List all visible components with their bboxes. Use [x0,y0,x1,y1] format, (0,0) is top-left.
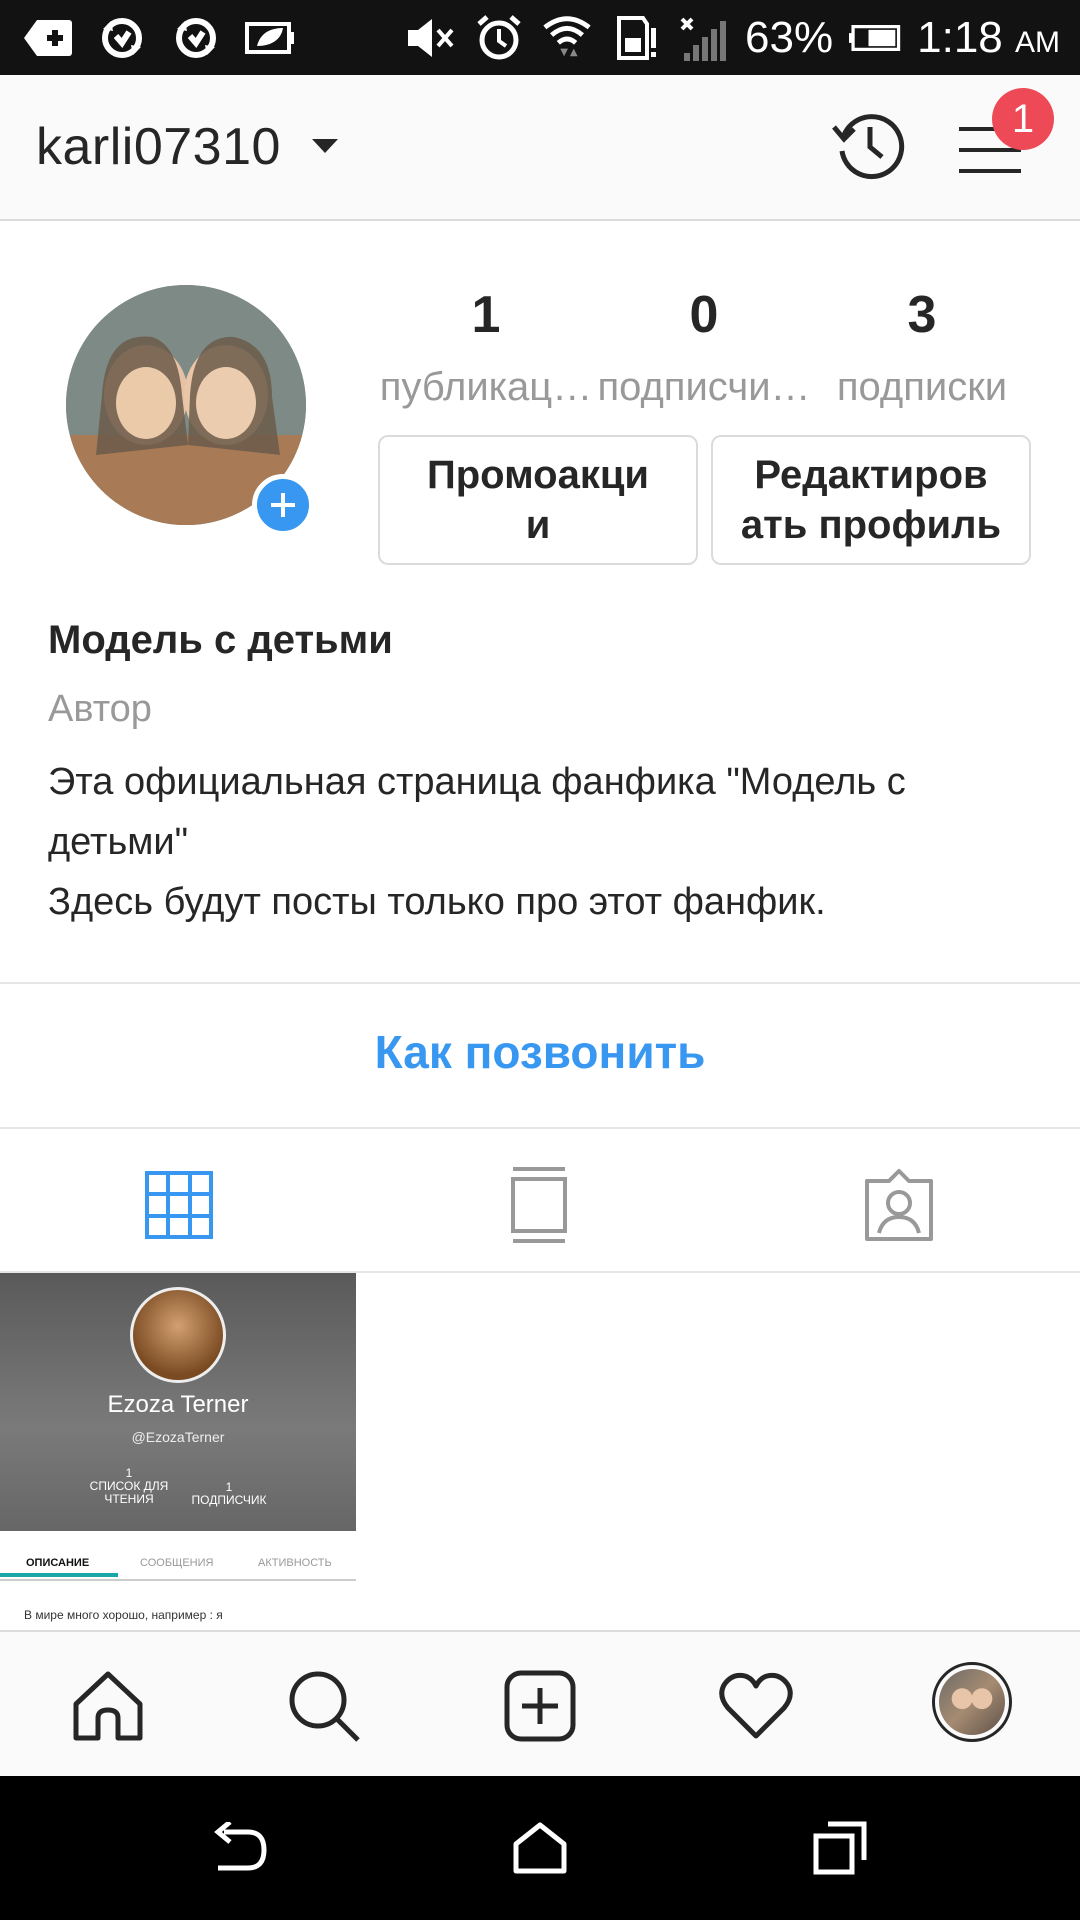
profile-avatar-small [939,1669,1005,1735]
back-icon [214,1822,267,1871]
plus-icon [271,493,295,517]
divider [0,982,1080,984]
recents-icon [813,1821,867,1875]
edit-profile-label-line2: ать профиль [740,503,1002,547]
sync-icon [170,12,222,64]
tab-grid[interactable] [134,1160,224,1250]
following-stat[interactable]: 3 подписки [812,285,1032,410]
home-icon [73,1671,143,1741]
post-follower-label: ПОДПИСЧИК [191,1493,267,1507]
storage-warning-icon [609,12,661,64]
followers-count: 0 [689,286,719,344]
edit-profile-label-line1: Редактиров [754,453,988,497]
add-notification-icon [22,12,74,64]
alarm-icon [473,12,525,64]
promotions-label-line1: Промоакци [426,453,650,497]
post-inner-tabs: ОПИСАНИЕ СООБЩЕНИЯ АКТИВНОСТЬ [0,1543,356,1583]
tagged-icon [865,1169,933,1241]
wifi-icon [541,12,593,64]
post-tab-indicator [0,1573,118,1577]
home-button[interactable] [510,1818,570,1878]
clock-ampm: AM [1015,26,1060,59]
tab-feed[interactable] [494,1160,584,1250]
posts-label: публикац… [379,365,593,409]
notification-badge: 1 [992,88,1054,150]
signal-icon [677,12,729,64]
clock: 1:18 AM [917,13,1060,63]
add-post-icon [504,1670,576,1742]
home-outline-icon [513,1822,567,1874]
tab-tagged[interactable] [854,1160,944,1250]
bio-line: Эта официальная страница фанфика "Модель… [48,761,906,803]
post-follower-stat: 1 ПОДПИСЧИК [184,1481,274,1507]
call-link[interactable]: Как позвонить [0,1025,1080,1079]
profile-name: Модель с детьми [48,618,393,662]
post-tab-activity: АКТИВНОСТЬ [258,1557,332,1569]
nav-new-post[interactable] [502,1668,578,1744]
post-author-name: Ezoza Terner [107,1391,249,1418]
profile-category: Автор [48,688,152,730]
profile-bio: Эта официальная страница фанфика "Модель… [48,752,1038,932]
add-story-button[interactable] [252,474,314,536]
following-count: 3 [907,286,937,344]
chevron-down-icon[interactable] [312,139,338,155]
posts-stat[interactable]: 1 публикац… [376,285,596,410]
recents-button[interactable] [810,1818,870,1878]
promotions-button[interactable]: Промоакци и [378,435,698,565]
post-tab-messages: СООБЩЕНИЯ [140,1557,214,1569]
grid-icon [145,1171,213,1239]
battery-percent: 63% [745,13,834,62]
post-reading-list-label: ЧТЕНИЯ [104,1492,154,1506]
post-reading-list-stat: 1 СПИСОК ДЛЯ ЧТЕНИЯ [84,1467,174,1506]
post-author-handle: @EzozaTerner [131,1429,225,1445]
post-thumbnail[interactable]: Ezoza Terner @EzozaTerner 1 СПИСОК ДЛЯ Ч… [0,1273,356,1630]
system-nav-bar [0,1776,1080,1920]
battery-icon [849,12,901,64]
archive-history-icon[interactable] [830,105,910,185]
battery-saver-icon [244,12,296,64]
post-avatar [130,1287,226,1383]
post-divider [0,1579,356,1581]
clock-time: 1:18 [917,13,1003,62]
followers-label: подписчи… [597,365,811,409]
nav-profile[interactable] [932,1662,1012,1742]
post-tab-description: ОПИСАНИЕ [26,1557,90,1569]
post-description: В мире много хорошо, например : я [24,1608,223,1622]
posts-count: 1 [471,286,501,344]
promotions-label-line2: и [525,503,551,547]
feed-icon [511,1167,567,1243]
bio-line: Здесь будут посты только про этот фанфик… [48,881,826,923]
account-switcher-username[interactable]: karli07310 [36,117,281,177]
mute-icon [405,12,457,64]
back-button[interactable] [210,1818,270,1878]
search-icon [289,1671,360,1742]
status-bar: 63% 1:18 AM [0,0,1080,75]
divider [0,1127,1080,1129]
followers-stat[interactable]: 0 подписчи… [594,285,814,410]
nav-search[interactable] [286,1668,362,1744]
nav-home[interactable] [70,1668,146,1744]
bottom-nav [0,1630,1080,1776]
app-bar: karli07310 1 [0,75,1080,221]
nav-activity[interactable] [718,1668,794,1744]
edit-profile-button[interactable]: Редактиров ать профиль [711,435,1031,565]
bio-line: детьми" [48,821,189,863]
sync-icon [96,12,148,64]
heart-icon [719,1672,793,1739]
following-label: подписки [836,365,1008,409]
